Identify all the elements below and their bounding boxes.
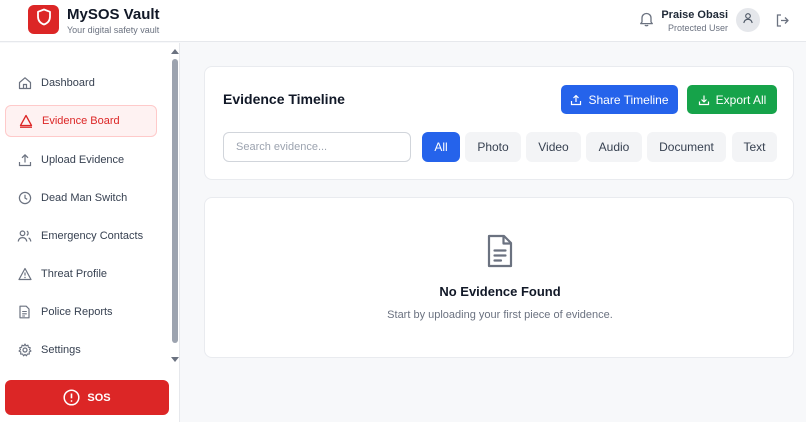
sidebar-item-settings[interactable]: Settings xyxy=(5,334,157,366)
filter-video[interactable]: Video xyxy=(526,132,581,162)
sidebar: Dashboard Evidence Board Upload Evidence… xyxy=(0,43,180,422)
filter-all[interactable]: All xyxy=(422,132,460,162)
warning-triangle-icon xyxy=(18,114,33,129)
bell-icon[interactable] xyxy=(637,10,655,28)
user-name: Praise Obasi xyxy=(661,9,728,21)
sos-label: SOS xyxy=(87,391,111,404)
sidebar-item-upload-evidence[interactable]: Upload Evidence xyxy=(5,144,157,176)
sidebar-item-police-reports[interactable]: Police Reports xyxy=(5,296,157,328)
sidebar-item-emergency-contacts[interactable]: Emergency Contacts xyxy=(5,220,157,252)
sidebar-item-label: Upload Evidence xyxy=(41,154,125,166)
logout-icon[interactable] xyxy=(773,11,791,29)
shield-icon xyxy=(36,8,52,31)
download-icon xyxy=(698,94,710,106)
share-timeline-button[interactable]: Share Timeline xyxy=(561,85,678,114)
empty-state-subtitle: Start by uploading your first piece of e… xyxy=(387,309,613,321)
avatar[interactable] xyxy=(736,8,760,32)
upload-icon xyxy=(17,153,32,168)
sidebar-item-evidence-board[interactable]: Evidence Board xyxy=(5,105,157,137)
share-timeline-label: Share Timeline xyxy=(588,92,669,107)
export-all-button[interactable]: Export All xyxy=(687,85,777,114)
filter-document[interactable]: Document xyxy=(647,132,726,162)
alert-circle-icon xyxy=(63,389,80,406)
scroll-down-arrow[interactable] xyxy=(171,357,179,362)
sidebar-item-label: Dead Man Switch xyxy=(41,192,128,204)
sidebar-item-label: Dashboard xyxy=(41,77,95,89)
document-icon xyxy=(485,233,515,269)
evidence-timeline-card: Evidence Timeline Share Timeline Export … xyxy=(204,66,794,180)
user-role: Protected User xyxy=(667,23,728,33)
evidence-list-card: No Evidence Found Start by uploading you… xyxy=(204,197,794,358)
app-header: MySOS Vault Your digital safety vault Pr… xyxy=(0,0,806,42)
filter-text[interactable]: Text xyxy=(732,132,777,162)
clock-icon xyxy=(17,191,32,206)
sidebar-item-label: Settings xyxy=(41,344,81,356)
gear-icon xyxy=(17,343,32,358)
sidebar-scrollbar-thumb[interactable] xyxy=(172,59,178,343)
app-tagline: Your digital safety vault xyxy=(67,25,160,35)
empty-state-title: No Evidence Found xyxy=(439,284,561,299)
brand: MySOS Vault Your digital safety vault xyxy=(67,6,160,36)
home-icon xyxy=(17,76,32,91)
page-title: Evidence Timeline xyxy=(223,91,345,107)
users-icon xyxy=(17,229,32,244)
search-input[interactable] xyxy=(223,132,411,162)
filter-audio[interactable]: Audio xyxy=(586,132,642,162)
sidebar-item-threat-profile[interactable]: Threat Profile xyxy=(5,258,157,290)
filter-photo[interactable]: Photo xyxy=(465,132,521,162)
sidebar-item-label: Threat Profile xyxy=(41,268,108,280)
sidebar-item-dashboard[interactable]: Dashboard xyxy=(5,67,157,99)
user-icon xyxy=(742,11,754,29)
sidebar-item-label: Emergency Contacts xyxy=(41,230,144,242)
app-logo[interactable] xyxy=(28,5,59,34)
alert-triangle-icon xyxy=(17,267,32,282)
sidebar-item-label: Police Reports xyxy=(41,306,113,318)
user-info: Praise Obasi Protected User xyxy=(661,9,728,34)
app-name: MySOS Vault xyxy=(67,6,160,23)
scroll-up-arrow[interactable] xyxy=(171,49,179,54)
sos-button[interactable]: SOS xyxy=(5,380,169,415)
share-icon xyxy=(570,94,582,106)
file-icon xyxy=(17,305,32,320)
sidebar-item-label: Evidence Board xyxy=(42,115,120,127)
sidebar-item-dead-man-switch[interactable]: Dead Man Switch xyxy=(5,182,157,214)
export-all-label: Export All xyxy=(715,92,767,107)
